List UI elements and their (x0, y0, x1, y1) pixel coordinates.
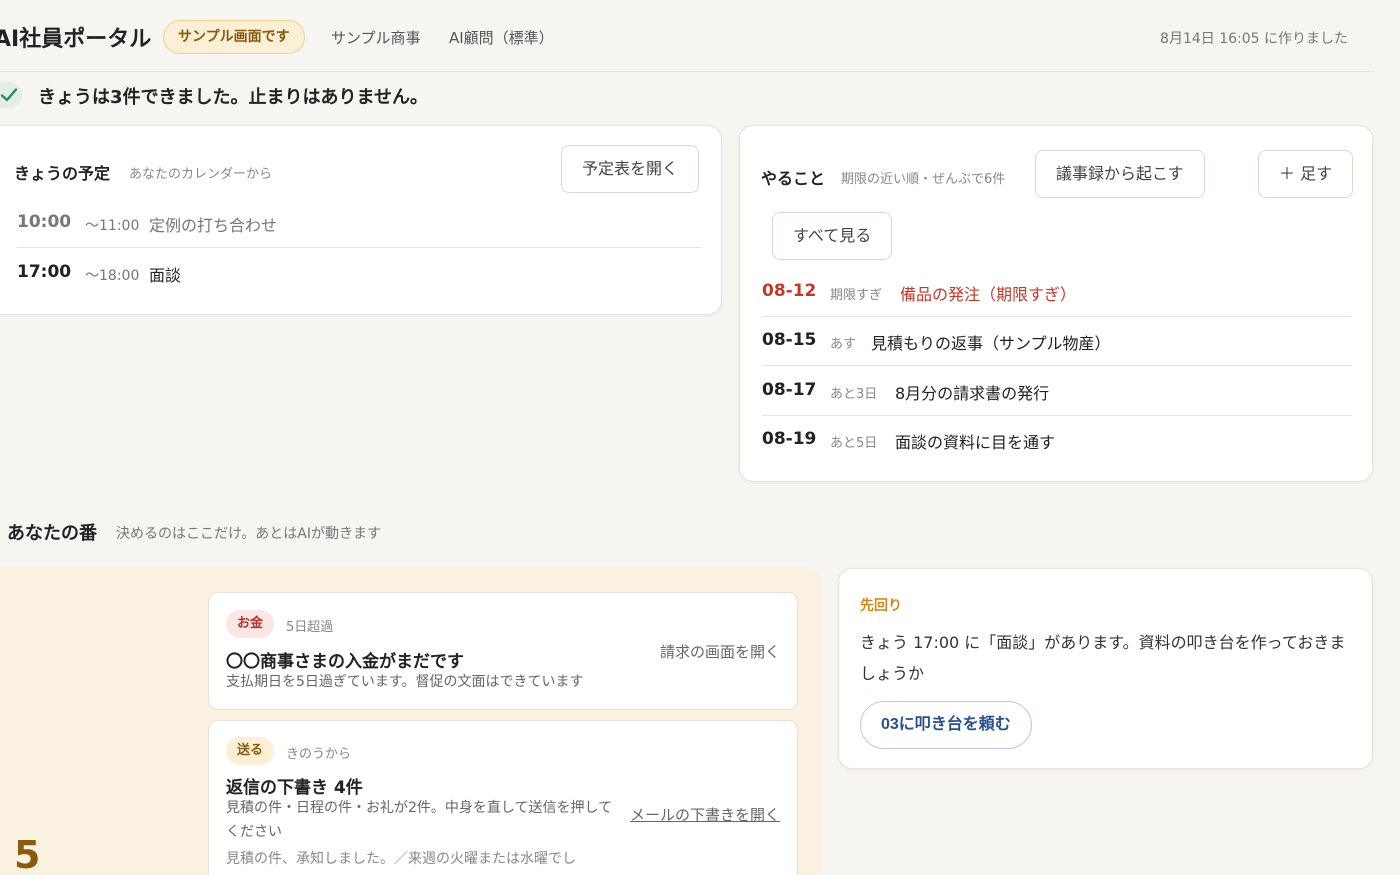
todo-date: 08-17 (762, 380, 817, 400)
schedule-card: きょうの予定 あなたのカレンダーから 予定表を開く 10:00 〜11:00 定… (0, 125, 722, 315)
from-minutes-button[interactable]: 議事録から起こす (1035, 150, 1205, 198)
ahead-card: 先回り きょう 17:00 に「面談」があります。資料の叩き台を作っておきましょ… (838, 568, 1373, 769)
todo-item-title: 見積もりの返事（サンプル物産） (871, 334, 1111, 353)
schedule-end: 〜18:00 (85, 268, 140, 284)
request-draft-button[interactable]: 03に叩き台を頼む (860, 701, 1032, 749)
schedule-row[interactable]: 17:00 〜18:00 面談 (17, 248, 701, 298)
schedule-end: 〜11:00 (85, 218, 140, 234)
schedule-event-title: 面談 (149, 266, 182, 285)
todo-date: 08-19 (762, 429, 817, 449)
open-schedule-button[interactable]: 予定表を開く (561, 145, 700, 193)
todo-relative: あと3日 (830, 387, 878, 402)
task-card-replies[interactable]: 送る きのうから 返信の下書き 4件 見積の件・日程の件・お礼が2件。中身を直し… (208, 720, 798, 875)
category-tag: お金 (226, 610, 275, 638)
see-all-button[interactable]: すべて見る (772, 212, 893, 260)
plan-name: AI顧問（標準） (449, 29, 554, 47)
todo-item-title: 面談の資料に目を通す (895, 433, 1056, 452)
task-description: 支払期日を5日過ぎています。督促の文面はできています (226, 674, 584, 690)
schedule-row[interactable]: 10:00 〜11:00 定例の打ち合わせ (17, 198, 701, 248)
queue-count: 5 (14, 833, 41, 875)
category-tag: 送る (226, 737, 275, 765)
todo-item[interactable]: 08-15 あす 見積もりの返事（サンプル物産） (762, 316, 1352, 366)
app-header: AI社員ポータル サンプル画面です サンプル商事 AI顧問（標準） 8月14日 … (0, 0, 1374, 72)
generated-timestamp: 8月14日 16:05 に作りました (1160, 31, 1348, 47)
todo-date: 08-12 (762, 281, 817, 301)
todo-relative: あす (830, 337, 857, 352)
todo-card: やること 期限の近い順・ぜんぶで6件 議事録から起こす ＋ 足す すべて見る 0… (739, 125, 1373, 482)
ahead-suggestion: きょう 17:00 に「面談」があります。資料の叩き台を作っておきましょうか (860, 633, 1346, 683)
sample-badge: サンプル画面です (163, 20, 305, 54)
task-card-payment[interactable]: お金 5日超過 〇〇商事さまの入金がまだです 支払期日を5日過ぎています。督促の… (208, 592, 798, 710)
company-name: サンプル商事 (331, 29, 421, 47)
todo-relative: 期限すぎ (830, 288, 883, 303)
todo-relative: あと5日 (830, 436, 878, 451)
task-meta: きのうから (286, 747, 352, 762)
schedule-title: きょうの予定 (14, 164, 111, 183)
todo-item-title: 8月分の請求書の発行 (895, 384, 1050, 403)
task-description: 見積の件・日程の件・お礼が2件。中身を直して送信を押してください (226, 800, 613, 840)
schedule-start: 10:00 (17, 212, 72, 232)
open-drafts-link[interactable]: メールの下書きを開く (630, 804, 780, 825)
task-title: 返信の下書き 4件 (226, 778, 363, 798)
draft-preview: 見積の件、承知しました。／来週の火曜または水曜でし (226, 851, 576, 867)
todo-subtitle: 期限の近い順・ぜんぶで6件 (841, 172, 1006, 187)
task-meta: 5日超過 (286, 620, 334, 635)
task-title: 〇〇商事さまの入金がまだです (226, 652, 464, 672)
todo-item[interactable]: 08-19 あと5日 面談の資料に目を通す (762, 415, 1352, 465)
ahead-label: 先回り (860, 598, 902, 614)
status-message: きょうは3件できました。止まりはありません。 (38, 87, 428, 108)
open-billing-link[interactable]: 請求の画面を開く (660, 641, 780, 662)
todo-item[interactable]: 08-17 あと3日 8月分の請求書の発行 (762, 366, 1352, 416)
todo-item[interactable]: 08-12 期限すぎ 備品の発注（期限すぎ） (762, 267, 1352, 317)
schedule-subtitle: あなたのカレンダーから (129, 167, 273, 182)
your-turn-title: あなたの番 (7, 523, 97, 544)
todo-title: やること (761, 169, 826, 188)
check-icon (0, 82, 22, 108)
app-title: AI社員ポータル (0, 27, 152, 52)
your-turn-subtitle: 決めるのはここだけ。あとはAIが動きます (116, 526, 382, 542)
add-todo-button[interactable]: ＋ 足す (1258, 150, 1354, 198)
todo-item-title: 備品の発注（期限すぎ） (900, 285, 1077, 304)
todo-date: 08-15 (762, 330, 817, 350)
schedule-event-title: 定例の打ち合わせ (149, 216, 278, 235)
schedule-start: 17:00 (17, 262, 72, 282)
